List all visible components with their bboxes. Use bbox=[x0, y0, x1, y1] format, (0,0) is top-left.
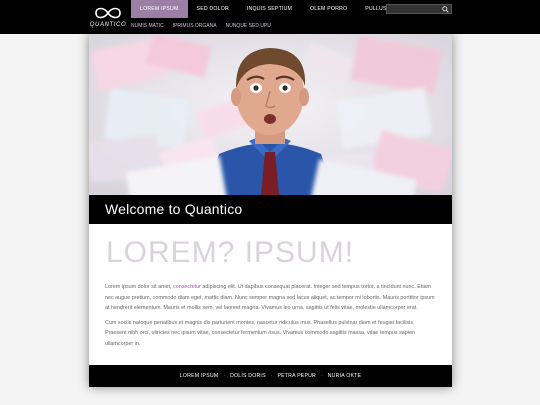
subnav-item-numis-matic[interactable]: NUMIS MATIC bbox=[131, 20, 168, 32]
content-page: Welcome to Quantico LOREM? IPSUM! Lorem … bbox=[89, 34, 452, 387]
primary-nav: LOREM IPSUM SED DOLOR INQUIS SEPTIUM OLE… bbox=[131, 0, 419, 18]
search-input[interactable] bbox=[387, 13, 441, 21]
page-headline: LOREM? IPSUM! bbox=[106, 236, 355, 269]
secondary-nav: NUMIS MATIC IPRIMUS ORGANA NUNQUE SED UP… bbox=[131, 20, 280, 32]
nav-item-olem-porro[interactable]: OLEM PORRO bbox=[301, 0, 356, 18]
search-box bbox=[386, 4, 452, 21]
welcome-banner: Welcome to Quantico bbox=[89, 195, 452, 224]
paragraph-2: Cum sociis natoque penatibus et magnis d… bbox=[105, 319, 415, 347]
photo-icon bbox=[89, 34, 452, 195]
nav-item-inquis-septium[interactable]: INQUIS SEPTIUM bbox=[238, 0, 301, 18]
nav-item-sed-dolor[interactable]: SED DOLOR bbox=[188, 0, 238, 18]
body-text: Lorem ipsum dolor sit amet, consectetur … bbox=[105, 282, 437, 353]
consectetur-link[interactable]: consectetur bbox=[173, 284, 201, 290]
paragraph-1-start: Lorem ipsum dolor sit amet, bbox=[105, 284, 174, 290]
top-navigation-bar: QUANTICO LOREM IPSUM SED DOLOR INQUIS SE… bbox=[0, 0, 540, 34]
hero-image bbox=[89, 34, 452, 195]
footer-separator: · bbox=[270, 373, 273, 379]
logo-text: QUANTICO bbox=[89, 22, 127, 28]
welcome-title: Welcome to Quantico bbox=[105, 201, 243, 217]
paragraph-1: Lorem ipsum dolor sit amet, consectetur … bbox=[105, 282, 437, 314]
footer-link-lorem-ipsum[interactable]: LOREM IPSUM bbox=[180, 373, 219, 379]
footer-separator: · bbox=[223, 373, 226, 379]
infinity-logo-icon bbox=[95, 7, 121, 19]
nav-item-lorem-ipsum[interactable]: LOREM IPSUM bbox=[131, 0, 188, 18]
footer-link-petra-pepur[interactable]: PETRA PEPUR bbox=[277, 373, 316, 379]
footer-link-nuria-okte[interactable]: NURIA OKTE bbox=[328, 373, 361, 379]
subnav-item-iprimus-organa[interactable]: IPRIMUS ORGANA bbox=[173, 20, 221, 32]
logo[interactable]: QUANTICO bbox=[88, 4, 128, 32]
subnav-item-nunque-sed-upu[interactable]: NUNQUE SED UPU bbox=[226, 20, 275, 32]
footer-separator: · bbox=[321, 373, 323, 379]
footer-nav: LOREM IPSUM · DOLIS DORIS · PETRA PEPUR … bbox=[89, 365, 452, 387]
search-icon[interactable] bbox=[442, 6, 449, 13]
footer-link-dolis-doris[interactable]: DOLIS DORIS bbox=[230, 373, 266, 379]
